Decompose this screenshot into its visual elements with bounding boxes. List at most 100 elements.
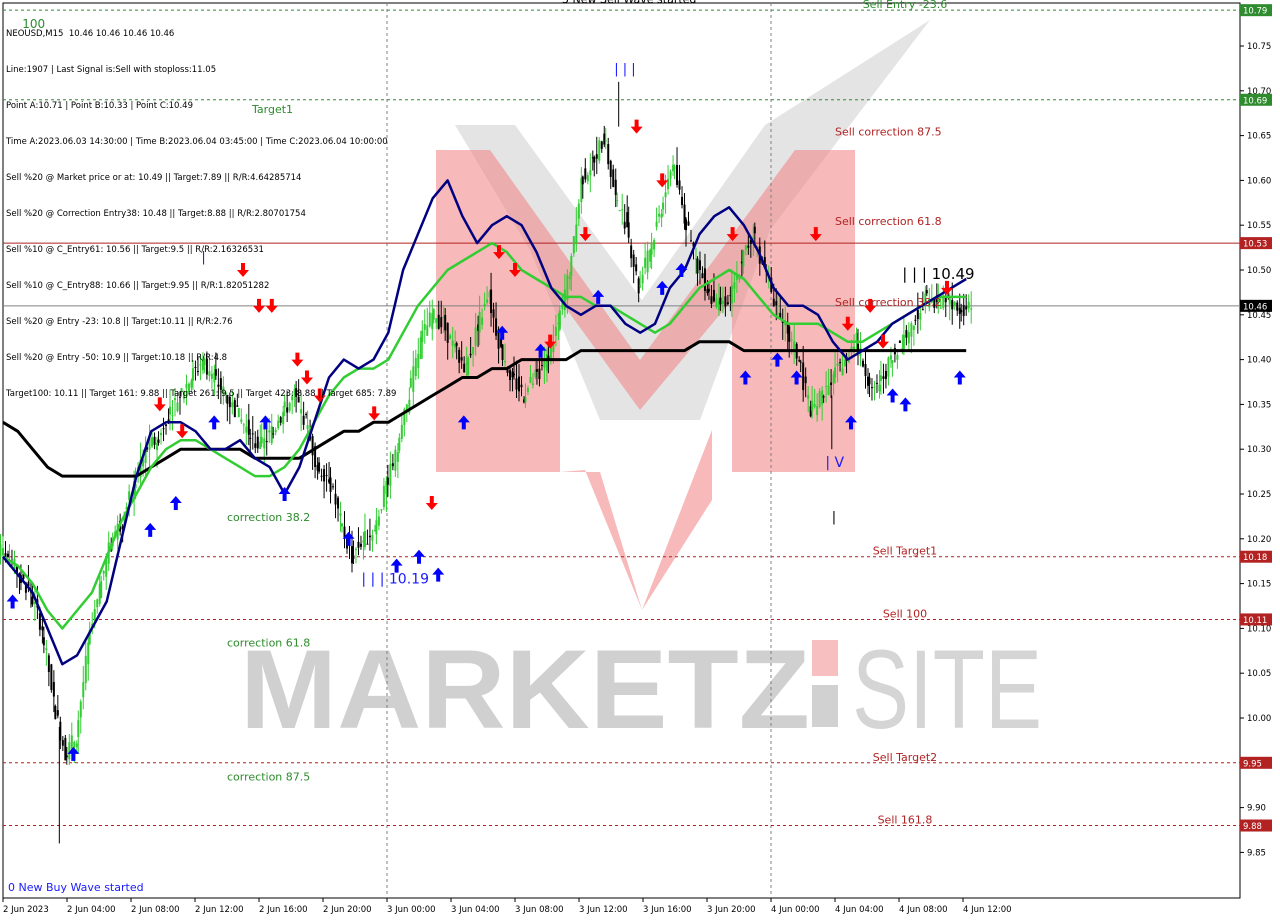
candle-body [481, 317, 484, 325]
candle-body [45, 648, 48, 651]
candle-body [41, 626, 44, 631]
candle-body [676, 164, 679, 185]
candle-body [249, 437, 252, 439]
candle-body [529, 376, 532, 384]
candle-body [584, 168, 587, 180]
y-tick-label: 10.25 [1247, 490, 1271, 500]
chart-annotation: Sell correction 38.2 [835, 296, 942, 309]
candle-body [696, 258, 699, 274]
candle-body [426, 325, 429, 336]
x-tick-label: 3 Jun 12:00 [579, 905, 628, 915]
price-level-badge-text: 10.11 [1243, 616, 1267, 626]
candle-body [268, 430, 271, 433]
candle-body [432, 309, 435, 320]
candle-body [635, 264, 638, 272]
candle-body [604, 140, 607, 142]
candle-body [802, 362, 805, 391]
candle-body [673, 166, 676, 169]
chart-annotation: | [832, 510, 836, 525]
candle-body [744, 245, 747, 250]
candle-body [898, 340, 901, 343]
candle-body [609, 160, 612, 177]
candle-body [270, 426, 273, 444]
candle-body [598, 140, 601, 161]
candle-body [437, 314, 440, 329]
candle-body [535, 369, 538, 372]
candle-body [428, 312, 431, 327]
candle-body [646, 250, 649, 273]
candle-body [446, 322, 449, 343]
candle-body [627, 222, 630, 238]
candle-body [568, 276, 571, 280]
symbol-line: NEOUSD,M15 10.46 10.46 10.46 10.46 [6, 29, 175, 39]
candle-body [339, 513, 342, 516]
candle-body [352, 555, 355, 559]
candle-body [719, 297, 722, 305]
candle-body [531, 383, 534, 386]
candle-body [798, 360, 801, 362]
candle-body [804, 376, 807, 384]
price-level-label: Sell Entry -23.6 [863, 0, 948, 11]
candle-body [513, 373, 515, 376]
candle-body [162, 428, 165, 430]
candle-body [151, 437, 154, 447]
candle-body [75, 743, 78, 747]
candle-body [389, 463, 392, 486]
candle-body [460, 357, 463, 361]
candle-body [799, 361, 802, 363]
candle-body [467, 357, 470, 375]
candle-body [518, 376, 520, 392]
candle-body [685, 219, 687, 231]
y-tick-label: 10.20 [1247, 535, 1271, 545]
x-tick-label: 2 Jun 08:00 [131, 905, 180, 915]
candle-body [386, 477, 389, 485]
candle-body [595, 154, 598, 159]
chart-annotation: Sell correction 61.8 [835, 215, 942, 228]
candle-body [790, 339, 793, 341]
candle-body [891, 360, 894, 364]
candle-body [423, 323, 426, 331]
candle-body [707, 288, 710, 292]
candle-body [712, 289, 715, 302]
candle-body [472, 346, 475, 355]
candle-body [726, 302, 729, 305]
candle-body [589, 170, 592, 176]
candle-body [822, 396, 825, 398]
candle-body [509, 370, 512, 381]
candle-body [970, 308, 973, 310]
candle-body [409, 377, 412, 388]
candle-body [52, 682, 55, 697]
candle-body [919, 313, 922, 320]
candle-body [747, 245, 750, 248]
candle-body [543, 360, 546, 368]
candle-body [614, 179, 617, 195]
candle-body [818, 391, 821, 407]
y-tick-label: 10.55 [1247, 221, 1271, 231]
candle-body [398, 437, 401, 451]
price-level-badge-text: 9.88 [1243, 822, 1262, 832]
candle-body [916, 309, 919, 320]
candle-body [827, 385, 830, 395]
candle-body [444, 314, 447, 331]
candle-body [84, 655, 87, 683]
price-level-badge-text: 10.79 [1243, 7, 1267, 17]
candle-body [848, 360, 851, 362]
candle-body [70, 735, 73, 750]
candle-body [710, 296, 713, 304]
candle-body [2, 548, 4, 556]
candle-body [715, 298, 718, 308]
candle-body [380, 509, 383, 511]
signal-info-panel: NEOUSD,M15 10.46 10.46 10.46 10.46 Line:… [6, 4, 396, 424]
info-line: Target100: 10.11 || Target 161: 9.88 || … [6, 389, 397, 399]
candle-body [724, 296, 727, 307]
candle-body [79, 701, 82, 718]
candle-body [830, 382, 833, 385]
candle-body [486, 299, 489, 303]
candle-body [678, 180, 681, 190]
candle-body [687, 221, 690, 226]
candle-body [157, 439, 160, 443]
candle-body [414, 358, 417, 377]
candle-body [337, 497, 340, 509]
candle-body [825, 385, 828, 387]
candle-body [811, 400, 814, 412]
